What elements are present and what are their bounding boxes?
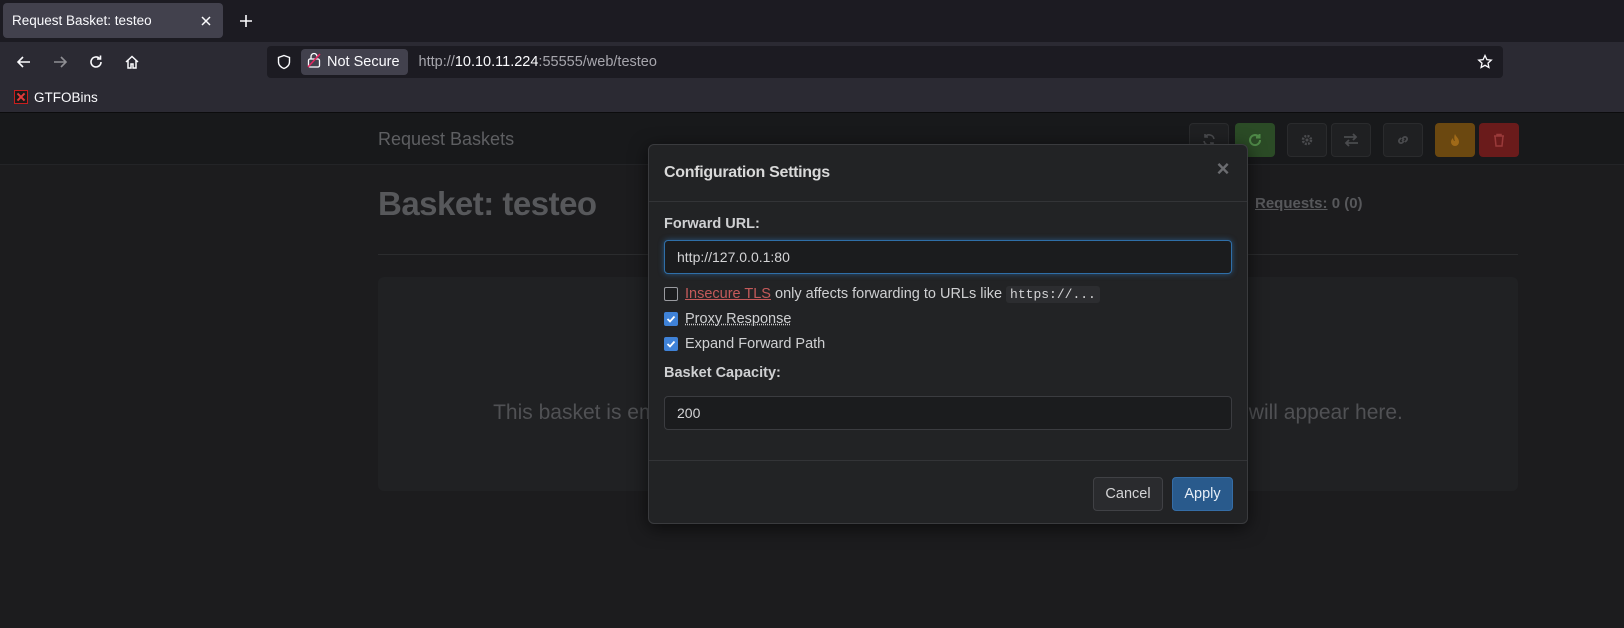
https-code: https://...	[1006, 286, 1100, 303]
insecure-tls-checkbox[interactable]	[664, 287, 678, 301]
expand-path-checkbox[interactable]	[664, 337, 678, 351]
refresh-icon	[1249, 134, 1262, 147]
apply-button[interactable]: Apply	[1172, 477, 1233, 511]
proxy-response-row: Proxy Response	[664, 311, 791, 327]
insecure-tls-link[interactable]: Insecure TLS	[685, 286, 771, 302]
expand-path-row: Expand Forward Path	[664, 336, 825, 352]
gtfobins-favicon-icon	[14, 90, 28, 104]
cancel-button[interactable]: Cancel	[1093, 477, 1163, 511]
tracking-shield-icon[interactable]	[267, 46, 301, 78]
close-icon[interactable]: ×	[1211, 157, 1235, 181]
modal-header: Configuration Settings ×	[649, 145, 1247, 202]
url-scheme: http://	[418, 54, 455, 70]
delete-basket-button[interactable]	[1479, 123, 1519, 157]
url-host: 10.10.11.224	[454, 54, 539, 70]
checkmark-icon	[666, 340, 676, 348]
bookmarks-toolbar: GTFOBins	[0, 82, 1624, 113]
back-icon[interactable]	[8, 46, 40, 78]
forward-icon[interactable]	[44, 46, 76, 78]
bookmark-label: GTFOBins	[34, 89, 98, 105]
fire-icon	[1451, 134, 1459, 146]
link-icon	[1398, 136, 1408, 144]
trash-icon	[1494, 133, 1504, 147]
checkmark-icon	[666, 315, 676, 323]
responses-button[interactable]	[1331, 123, 1371, 157]
not-secure-badge[interactable]: Not Secure	[301, 49, 408, 75]
requests-value: 0 (0)	[1331, 195, 1363, 212]
tab-bar: Request Basket: testeo	[0, 0, 1624, 42]
requests-count: Requests: 0 (0)	[1255, 195, 1363, 212]
capacity-input[interactable]	[664, 396, 1232, 430]
home-icon[interactable]	[116, 46, 148, 78]
bookmark-star-icon[interactable]	[1473, 50, 1497, 74]
exchange-icon	[1344, 133, 1358, 147]
tab-close-icon[interactable]	[195, 10, 217, 32]
requests-label: Requests:	[1255, 195, 1328, 212]
brand-title[interactable]: Request Baskets	[378, 129, 514, 150]
new-tab-icon[interactable]	[234, 9, 258, 33]
not-secure-label: Not Secure	[327, 54, 400, 70]
capacity-label: Basket Capacity:	[664, 365, 781, 381]
proxy-response-label[interactable]: Proxy Response	[685, 311, 791, 327]
expand-path-label[interactable]: Expand Forward Path	[685, 336, 825, 352]
modal-title: Configuration Settings	[664, 164, 830, 181]
basket-title: Basket: testeo	[378, 185, 597, 222]
clear-basket-button[interactable]	[1435, 123, 1475, 157]
insecure-tls-text: only affects forwarding to URLs like	[770, 286, 1007, 302]
modal-footer-divider	[649, 460, 1247, 461]
forward-url-label: Forward URL:	[664, 216, 760, 232]
bookmark-gtfobins[interactable]: GTFOBins	[10, 86, 102, 108]
url-path: :55555/web/testeo	[538, 54, 657, 70]
insecure-tls-description: Insecure TLS only affects forwarding to …	[685, 286, 1100, 303]
nav-bar: Not Secure http://10.10.11.224:55555/web…	[0, 42, 1624, 82]
proxy-response-checkbox[interactable]	[664, 312, 678, 326]
forward-url-input[interactable]	[664, 240, 1232, 274]
configuration-modal: Configuration Settings × Forward URL: In…	[648, 144, 1248, 524]
reload-icon[interactable]	[80, 46, 112, 78]
url-bar[interactable]: Not Secure http://10.10.11.224:55555/web…	[267, 46, 1503, 78]
insecure-tls-row: Insecure TLS only affects forwarding to …	[664, 286, 1100, 303]
share-link-button[interactable]	[1383, 123, 1423, 157]
browser-tab[interactable]: Request Basket: testeo	[3, 3, 223, 38]
tab-title: Request Basket: testeo	[12, 13, 152, 28]
url-text[interactable]: http://10.10.11.224:55555/web/testeo	[419, 54, 657, 70]
gear-icon	[1301, 134, 1313, 146]
settings-button[interactable]	[1287, 123, 1327, 157]
insecure-lock-icon	[307, 52, 321, 73]
